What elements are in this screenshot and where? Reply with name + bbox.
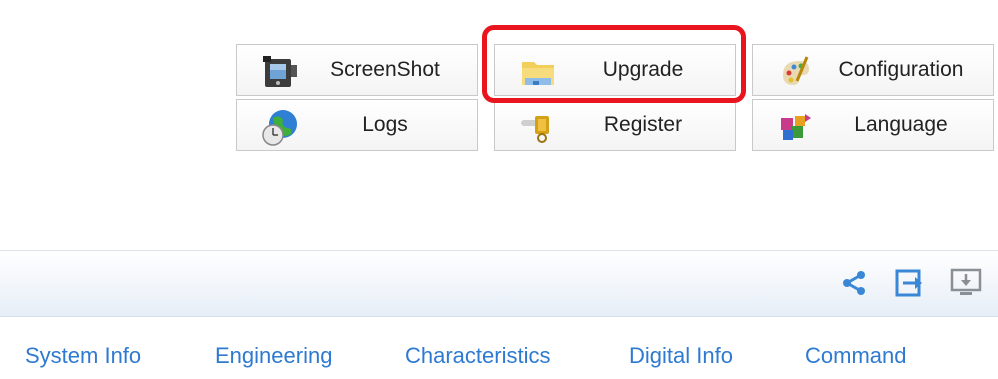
- logs-button[interactable]: Logs: [236, 99, 478, 151]
- paint-palette-icon: [783, 56, 809, 85]
- screenshot-button[interactable]: ScreenShot: [236, 44, 478, 96]
- globe-clock-icon: [262, 110, 297, 146]
- nav-digital-info[interactable]: Digital Info: [629, 343, 733, 369]
- screenshot-label: ScreenShot: [330, 58, 440, 81]
- lock-key-icon: [521, 116, 549, 143]
- configuration-label: Configuration: [838, 58, 964, 81]
- register-label: Register: [603, 113, 683, 136]
- language-button[interactable]: Language: [752, 99, 994, 151]
- export-icon[interactable]: [893, 267, 925, 299]
- register-button[interactable]: Register: [494, 99, 736, 151]
- nav-system-info[interactable]: System Info: [25, 343, 141, 369]
- nav-engineering[interactable]: Engineering: [215, 343, 332, 369]
- language-label: Language: [854, 113, 948, 136]
- blocks-language-icon: [781, 114, 811, 140]
- main-nav: System Info Engineering Characteristics …: [0, 330, 998, 379]
- upgrade-highlight-box: [482, 25, 746, 103]
- monitor-download-icon[interactable]: [950, 267, 982, 299]
- share-icon[interactable]: [838, 267, 870, 299]
- logs-label: Logs: [362, 113, 408, 136]
- configuration-button[interactable]: Configuration: [752, 44, 994, 96]
- nav-command[interactable]: Command: [805, 343, 906, 369]
- nav-characteristics[interactable]: Characteristics: [405, 343, 550, 369]
- camera-icon: [263, 56, 297, 87]
